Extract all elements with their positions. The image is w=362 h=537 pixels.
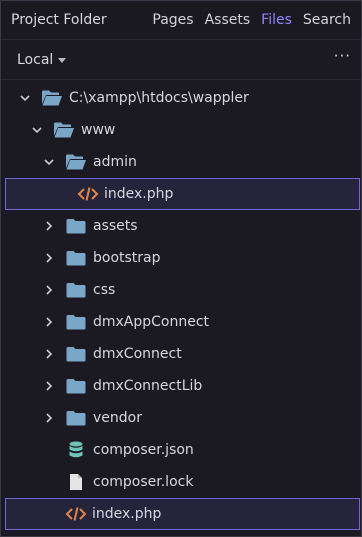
file-tree: C:\xampp\htdocs\wappler www admin index.…	[1, 80, 361, 530]
location-dropdown[interactable]: Local	[17, 51, 67, 68]
panel-header: Project Folder Pages Assets Files Search	[1, 1, 361, 40]
tree-item-label: index.php	[92, 506, 162, 522]
location-label: Local	[17, 51, 54, 68]
tree-row-composer-json[interactable]: composer.json	[1, 434, 361, 466]
chevron-right-icon[interactable]	[43, 284, 55, 296]
code-file-icon	[65, 506, 87, 522]
chevron-right-icon[interactable]	[43, 412, 55, 424]
folder-open-icon	[41, 89, 63, 107]
tree-item-label: composer.json	[93, 442, 194, 458]
panel-title: Project Folder	[11, 12, 107, 28]
caret-down-icon	[58, 58, 67, 63]
chevron-right-icon[interactable]	[43, 348, 55, 360]
chevron-down-icon[interactable]	[31, 124, 43, 136]
tree-item-label: index.php	[104, 186, 174, 202]
tree-row-www[interactable]: www	[1, 114, 361, 146]
tab-pages[interactable]: Pages	[152, 12, 193, 28]
project-panel: Project Folder Pages Assets Files Search…	[0, 0, 362, 537]
tree-item-label: admin	[93, 154, 137, 170]
chevron-down-icon[interactable]	[43, 156, 55, 168]
tree-item-label: dmxConnectLib	[93, 378, 203, 394]
folder-icon	[66, 410, 86, 426]
tab-bar: Pages Assets Files Search	[152, 12, 351, 28]
tree-item-label: bootstrap	[93, 250, 161, 266]
tree-item-label: assets	[93, 218, 138, 234]
folder-icon	[66, 378, 86, 394]
tree-item-label: dmxAppConnect	[93, 314, 210, 330]
folder-open-icon	[65, 153, 87, 171]
tree-row-root[interactable]: C:\xampp\htdocs\wappler	[1, 82, 361, 114]
chevron-right-icon[interactable]	[43, 252, 55, 264]
tree-item-label: dmxConnect	[93, 346, 182, 362]
folder-icon	[66, 250, 86, 266]
tree-row-bootstrap[interactable]: bootstrap	[1, 242, 361, 274]
files-toolbar: Local ···	[1, 40, 361, 80]
tree-row-css[interactable]: css	[1, 274, 361, 306]
tree-item-label: C:\xampp\htdocs\wappler	[69, 90, 249, 106]
more-options-button[interactable]: ···	[334, 49, 351, 64]
tree-row-composer-lock[interactable]: composer.lock	[1, 466, 361, 498]
tree-row-admin-index[interactable]: index.php	[5, 178, 360, 210]
tab-files[interactable]: Files	[261, 12, 292, 28]
chevron-down-icon[interactable]	[19, 92, 31, 104]
file-icon	[69, 473, 83, 491]
folder-icon	[66, 314, 86, 330]
tree-row-dmxappconnect[interactable]: dmxAppConnect	[1, 306, 361, 338]
tree-row-dmxconnectlib[interactable]: dmxConnectLib	[1, 370, 361, 402]
folder-open-icon	[53, 121, 75, 139]
chevron-right-icon[interactable]	[43, 220, 55, 232]
tree-item-label: composer.lock	[93, 474, 194, 490]
tab-search[interactable]: Search	[303, 12, 351, 28]
tree-row-admin[interactable]: admin	[1, 146, 361, 178]
code-file-icon	[77, 186, 99, 202]
folder-icon	[66, 282, 86, 298]
chevron-right-icon[interactable]	[43, 380, 55, 392]
folder-icon	[66, 346, 86, 362]
tree-row-assets[interactable]: assets	[1, 210, 361, 242]
tree-row-www-index[interactable]: index.php	[5, 498, 360, 530]
chevron-right-icon[interactable]	[43, 316, 55, 328]
tab-assets[interactable]: Assets	[205, 12, 251, 28]
tree-item-label: css	[93, 282, 116, 298]
folder-icon	[66, 218, 86, 234]
tree-row-vendor[interactable]: vendor	[1, 402, 361, 434]
database-file-icon	[69, 441, 83, 459]
tree-item-label: vendor	[93, 410, 142, 426]
tree-item-label: www	[81, 122, 116, 138]
tree-row-dmxconnect[interactable]: dmxConnect	[1, 338, 361, 370]
